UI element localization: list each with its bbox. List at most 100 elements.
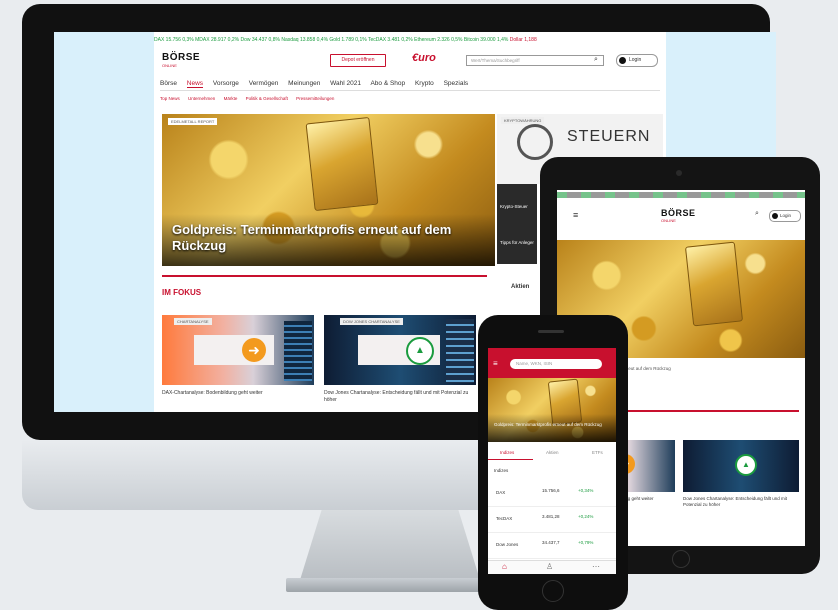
ticker-item[interactable]: Dow 34.437 0,8%: [240, 37, 279, 43]
search-icon[interactable]: ⌕: [594, 54, 604, 65]
index-change: +0,34%: [578, 488, 594, 493]
arrow-right-icon: ➜: [242, 338, 266, 362]
phone-hero-image[interactable]: Goldpreis: Terminmarktprofis erneut auf …: [488, 378, 616, 442]
search-input[interactable]: Wert/Thema/Suchbegriff: [466, 55, 604, 66]
nav-divider: [160, 90, 660, 91]
tablet-logo[interactable]: BÖRSE ONLINE: [661, 208, 696, 223]
nav-item-krypto[interactable]: Krypto: [415, 80, 434, 87]
tablet-login-button[interactable]: Login: [769, 210, 801, 222]
nav-item-news[interactable]: News: [186, 80, 204, 88]
subnav-item[interactable]: Märkte: [224, 96, 238, 101]
main-nav: Börse News Vorsorge Vermögen Meinungen W…: [160, 80, 476, 88]
tablet-dow-card[interactable]: ▲: [683, 440, 799, 492]
index-change: +0,24%: [578, 514, 594, 519]
nav-item-meinungen[interactable]: Meinungen: [288, 80, 320, 87]
side-teaser-dark[interactable]: Krypto-Steuer Tipps für Anleger: [497, 184, 537, 264]
ticker-item[interactable]: Dollar 1,188: [510, 37, 537, 43]
euro-partner-logo[interactable]: €uro: [412, 52, 436, 64]
hero-tag: EDELMETALL REPORT: [168, 118, 218, 125]
ticker-item[interactable]: Gold 1.789 0,1%: [329, 37, 366, 43]
card-tag: CHARTANALYSE: [174, 318, 212, 325]
list-item[interactable]: Dow Jones 34.437,7 +0,79%: [488, 532, 616, 559]
nav-item-boerse[interactable]: Börse: [160, 80, 177, 87]
hero-image[interactable]: EDELMETALL REPORT Goldpreis: Terminmarkt…: [162, 114, 495, 266]
ticker-item[interactable]: Ethereum 2.326 0,5%: [414, 37, 462, 43]
more-icon[interactable]: ⋯: [592, 562, 600, 571]
active-tab-indicator: [488, 459, 533, 460]
login-button[interactable]: Login: [616, 54, 658, 67]
tab-etfs[interactable]: ETFs: [592, 450, 603, 455]
phone-home-button[interactable]: [542, 580, 564, 602]
phone-list-header: Indizes: [494, 468, 509, 473]
tablet-card-caption[interactable]: Dow Jones Chartanalyse: Entscheidung fäl…: [683, 496, 799, 508]
arrow-up-icon: ▲: [735, 454, 757, 476]
menu-icon[interactable]: ≡: [573, 210, 578, 220]
ticker-item[interactable]: Bitcoin 39.000 1,4%: [464, 37, 508, 43]
phone-hero-title[interactable]: Goldpreis: Terminmarktprofis erneut auf …: [494, 422, 612, 428]
logo-sub: ONLINE: [162, 63, 177, 68]
nav-item-spezials[interactable]: Spezials: [444, 80, 469, 87]
logo-sub: ONLINE: [661, 218, 676, 223]
steuern-sign: STEUERN: [567, 128, 651, 145]
index-value: 15.756,6: [542, 488, 560, 493]
nav-item-vermoegen[interactable]: Vermögen: [249, 80, 279, 87]
magnifier-graphic: [517, 124, 553, 160]
ticker-item[interactable]: MDAX 28.917 0,2%: [195, 37, 239, 43]
ticker-board-graphic: [284, 321, 312, 381]
index-change: +0,79%: [578, 540, 594, 545]
tab-indizes[interactable]: Indizes: [500, 450, 514, 455]
menu-icon[interactable]: ≡: [493, 359, 498, 368]
subnav-item[interactable]: Top News: [160, 96, 180, 101]
index-name: TecDAX: [496, 516, 513, 521]
open-depot-button[interactable]: Depot eröffnen: [330, 54, 386, 67]
ticker-item[interactable]: TecDAX 3.481 0,2%: [368, 37, 413, 43]
card-tag: DOW JONES CHARTANALYSE: [340, 318, 403, 325]
nav-item-vorsorge[interactable]: Vorsorge: [213, 80, 239, 87]
logo-main: BÖRSE: [162, 52, 201, 63]
user-icon: [772, 213, 778, 219]
search-icon[interactable]: ⌕: [755, 210, 759, 218]
list-item[interactable]: TecDAX 3.481,28 +0,24%: [488, 506, 616, 533]
gold-bar-graphic: [305, 116, 379, 212]
tab-aktien[interactable]: Aktien: [546, 450, 559, 455]
side-teaser-tag: KRYPTOWÄHRUNG: [501, 117, 545, 124]
index-name: Dow Jones: [496, 542, 519, 547]
nav-item-abo-shop[interactable]: Abo & Shop: [370, 80, 405, 87]
subnav-item[interactable]: Pressemitteilungen: [296, 96, 334, 101]
phone-bottom-bar: ⌂ ♙ ⋯: [488, 560, 616, 574]
market-ticker: DAX 15.756 0,3% MDAX 28.917 0,2% Dow 34.…: [154, 34, 666, 46]
index-value: 3.481,28: [542, 514, 560, 519]
hero-title[interactable]: Goldpreis: Terminmarktprofis erneut auf …: [172, 222, 492, 255]
dax-card-image[interactable]: CHARTANALYSE ➜: [162, 315, 314, 385]
nav-item-wahl[interactable]: Wahl 2021: [330, 80, 361, 87]
index-name: DAX: [496, 490, 506, 495]
subnav-item[interactable]: Politik & Gesellschaft: [246, 96, 288, 101]
dax-card-caption[interactable]: DAX-Chartanalyse: Bodenbildung geht weit…: [162, 390, 312, 397]
home-icon[interactable]: ⌂: [502, 562, 507, 571]
ticker-board-graphic: [446, 319, 474, 383]
phone-search-input[interactable]: Name, WKN, ISIN: [510, 359, 602, 369]
phone-header: ≡ Name, WKN, ISIN: [488, 348, 616, 378]
list-item[interactable]: DAX 15.756,6 +0,34%: [488, 480, 616, 507]
user-icon: [619, 57, 626, 64]
gold-bar-graphic: [684, 241, 744, 327]
site-logo[interactable]: BÖRSE ONLINE: [162, 52, 200, 68]
side-teaser-text: Tipps für Anleger: [500, 240, 534, 245]
arrow-up-icon: ▲: [406, 337, 434, 365]
aktien-heading: Aktien: [511, 284, 530, 290]
subnav-item[interactable]: Unternehmen: [188, 96, 215, 101]
side-teaser-text: Krypto-Steuer: [500, 204, 528, 209]
user-icon[interactable]: ♙: [546, 562, 553, 571]
phone-tabs: Indizes Aktien ETFs: [488, 448, 616, 460]
logo-main: BÖRSE: [661, 208, 696, 218]
dow-card-image[interactable]: DOW JONES CHARTANALYSE ▲: [324, 315, 476, 385]
login-label: Login: [629, 57, 642, 63]
im-fokus-heading: IM FOKUS: [162, 288, 202, 297]
ticker-item[interactable]: Nasdaq 13.858 0,4%: [281, 37, 328, 43]
dow-card-caption[interactable]: Dow Jones Chartanalyse: Entscheidung fäl…: [324, 390, 474, 403]
ticker-item[interactable]: DAX 15.756 0,3%: [154, 37, 194, 43]
tablet-home-button[interactable]: [672, 550, 690, 568]
section-divider: [162, 275, 487, 277]
login-label: Login: [780, 213, 792, 218]
tablet-camera: [676, 170, 682, 176]
